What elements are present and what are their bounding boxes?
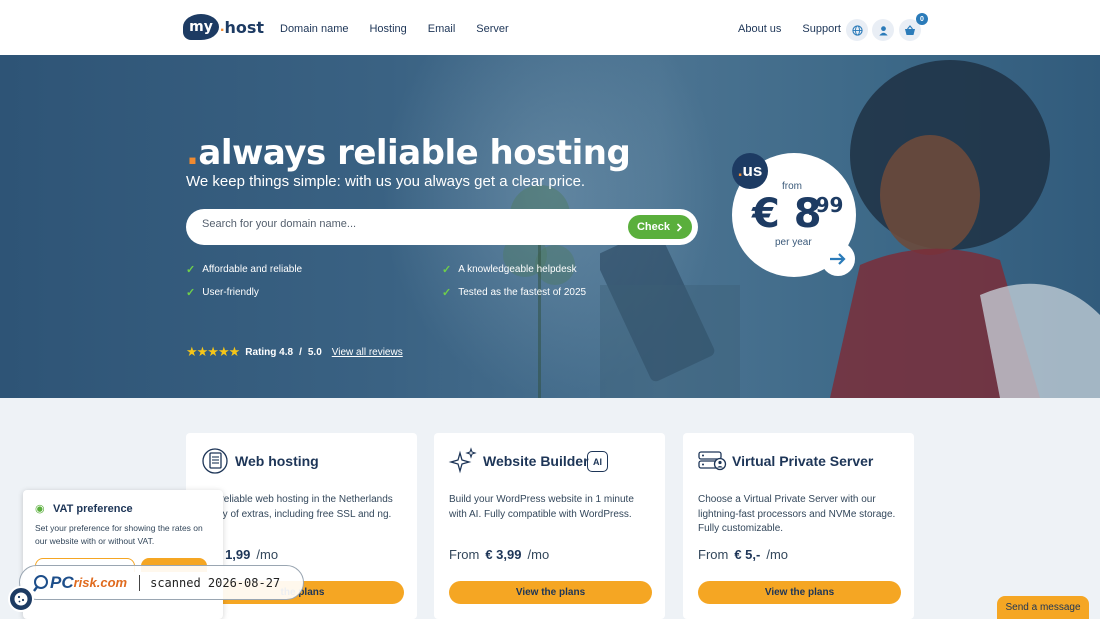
price-unit: /mo xyxy=(766,547,789,562)
language-globe-icon[interactable] xyxy=(846,19,868,41)
user-icon xyxy=(878,25,888,36)
card-title: Web hosting xyxy=(235,453,319,469)
top-header: my . host Domain name Hosting Email Serv… xyxy=(0,0,1100,55)
feature-item: ✓ Affordable and reliable xyxy=(186,263,302,276)
feature-label: User-friendly xyxy=(202,287,259,298)
feature-label: Tested as the fastest of 2025 xyxy=(458,287,587,298)
server-user-icon xyxy=(698,451,727,471)
rating-label: Rating 4.8 xyxy=(245,346,294,358)
check-icon: ✓ xyxy=(442,287,452,299)
nav-email[interactable]: Email xyxy=(428,23,456,35)
ai-badge: AI xyxy=(587,451,608,472)
tld-text: us xyxy=(742,161,763,180)
price-from: From xyxy=(698,547,729,562)
hero-subtitle: We keep things simple: with us you alway… xyxy=(186,173,586,190)
feature-item: ✓ A knowledgeable helpdesk xyxy=(442,263,577,276)
price-value: € 3,99 xyxy=(485,547,522,562)
price-unit: /mo xyxy=(256,547,279,562)
domain-search-bar: Check xyxy=(186,209,698,245)
feature-item: ✓ User-friendly xyxy=(186,286,259,299)
card-title: Website Builder xyxy=(483,453,589,469)
vat-description: Set your preference for showing the rate… xyxy=(35,523,203,546)
view-all-reviews-link[interactable]: View all reviews xyxy=(332,347,403,358)
pcrisk-pc: PC xyxy=(50,572,74,592)
card-description: Build your WordPress website in 1 minute… xyxy=(449,494,634,520)
sparkle-icon xyxy=(448,447,477,474)
arrow-right-icon xyxy=(830,253,846,265)
pcrisk-watermark: PC risk.com scanned 2026-08-27 xyxy=(19,565,304,600)
check-button[interactable]: Check xyxy=(628,215,692,239)
domain-search-input[interactable] xyxy=(202,218,602,230)
cookie-icon xyxy=(14,592,28,606)
nav-hosting[interactable]: Hosting xyxy=(369,23,406,35)
logo-bubble: my xyxy=(183,14,219,40)
chevron-right-icon xyxy=(676,222,683,232)
watermark-separator xyxy=(139,574,141,591)
card-price: From € 3,99/mo xyxy=(449,547,549,562)
secondary-nav: About us Support xyxy=(738,23,841,35)
view-plans-button[interactable]: View the plans xyxy=(449,581,652,604)
cart-count-badge: 0 xyxy=(916,13,928,25)
cookie-settings-button[interactable] xyxy=(8,586,34,612)
card-description: and reliable web hosting in the Netherla… xyxy=(201,494,393,520)
hero-title-text: always reliable hosting xyxy=(198,133,631,173)
nav-domain-name[interactable]: Domain name xyxy=(280,23,348,35)
rating-separator: / xyxy=(299,346,302,358)
myhost-logo[interactable]: my . host xyxy=(183,14,264,40)
globe-icon xyxy=(851,24,863,36)
card-price: From € 5,- /mo xyxy=(698,547,788,562)
rating-bar: ★★★★★ Rating 4.8 / 5.0 View all reviews xyxy=(186,344,403,360)
pcrisk-logo: PC risk.com xyxy=(32,573,127,593)
price-cents: ,99 xyxy=(808,193,844,217)
logo-host: host xyxy=(224,17,265,37)
price-period: per year xyxy=(775,237,812,248)
money-icon: ◉ xyxy=(35,503,45,515)
scan-date: scanned 2026-08-27 xyxy=(150,575,281,590)
account-icon-button[interactable] xyxy=(872,19,894,41)
title-accent-dot: . xyxy=(186,133,199,173)
price-unit: /mo xyxy=(527,547,550,562)
hero-banner: .always reliable hosting We keep things … xyxy=(0,55,1100,398)
check-button-label: Check xyxy=(636,221,671,233)
vat-title: VAT preference xyxy=(53,503,133,515)
check-icon: ✓ xyxy=(186,287,196,299)
server-document-icon xyxy=(202,448,228,474)
magnifier-icon xyxy=(33,574,48,592)
product-card-vps: Virtual Private Server Choose a Virtual … xyxy=(683,433,914,619)
rating-stars-icon: ★★★★★ xyxy=(186,344,240,359)
check-icon: ✓ xyxy=(186,264,196,276)
feature-label: Affordable and reliable xyxy=(202,264,303,275)
price-value: € 5,- xyxy=(734,547,761,562)
basket-icon xyxy=(905,24,915,35)
send-message-button[interactable]: Send a message xyxy=(997,596,1089,619)
view-plans-button[interactable]: View the plans xyxy=(698,581,901,604)
tld-badge: . us xyxy=(732,153,768,189)
card-title: Virtual Private Server xyxy=(732,453,874,469)
main-nav: Domain name Hosting Email Server xyxy=(280,23,509,35)
card-description: Choose a Virtual Private Server with our… xyxy=(698,494,896,534)
nav-about-us[interactable]: About us xyxy=(738,23,781,35)
rating-max: 5.0 xyxy=(307,346,322,358)
nav-server[interactable]: Server xyxy=(476,23,508,35)
hero-title: .always reliable hosting xyxy=(186,133,631,173)
price-arrow-button[interactable] xyxy=(821,242,855,276)
price-from: From xyxy=(449,547,480,562)
nav-support[interactable]: Support xyxy=(802,23,841,35)
check-icon: ✓ xyxy=(442,264,452,276)
feature-item: ✓ Tested as the fastest of 2025 xyxy=(442,286,586,299)
product-card-website-builder: Website Builder AI Build your WordPress … xyxy=(434,433,665,619)
feature-label: A knowledgeable helpdesk xyxy=(458,264,577,275)
pcrisk-risk: risk.com xyxy=(73,575,128,590)
